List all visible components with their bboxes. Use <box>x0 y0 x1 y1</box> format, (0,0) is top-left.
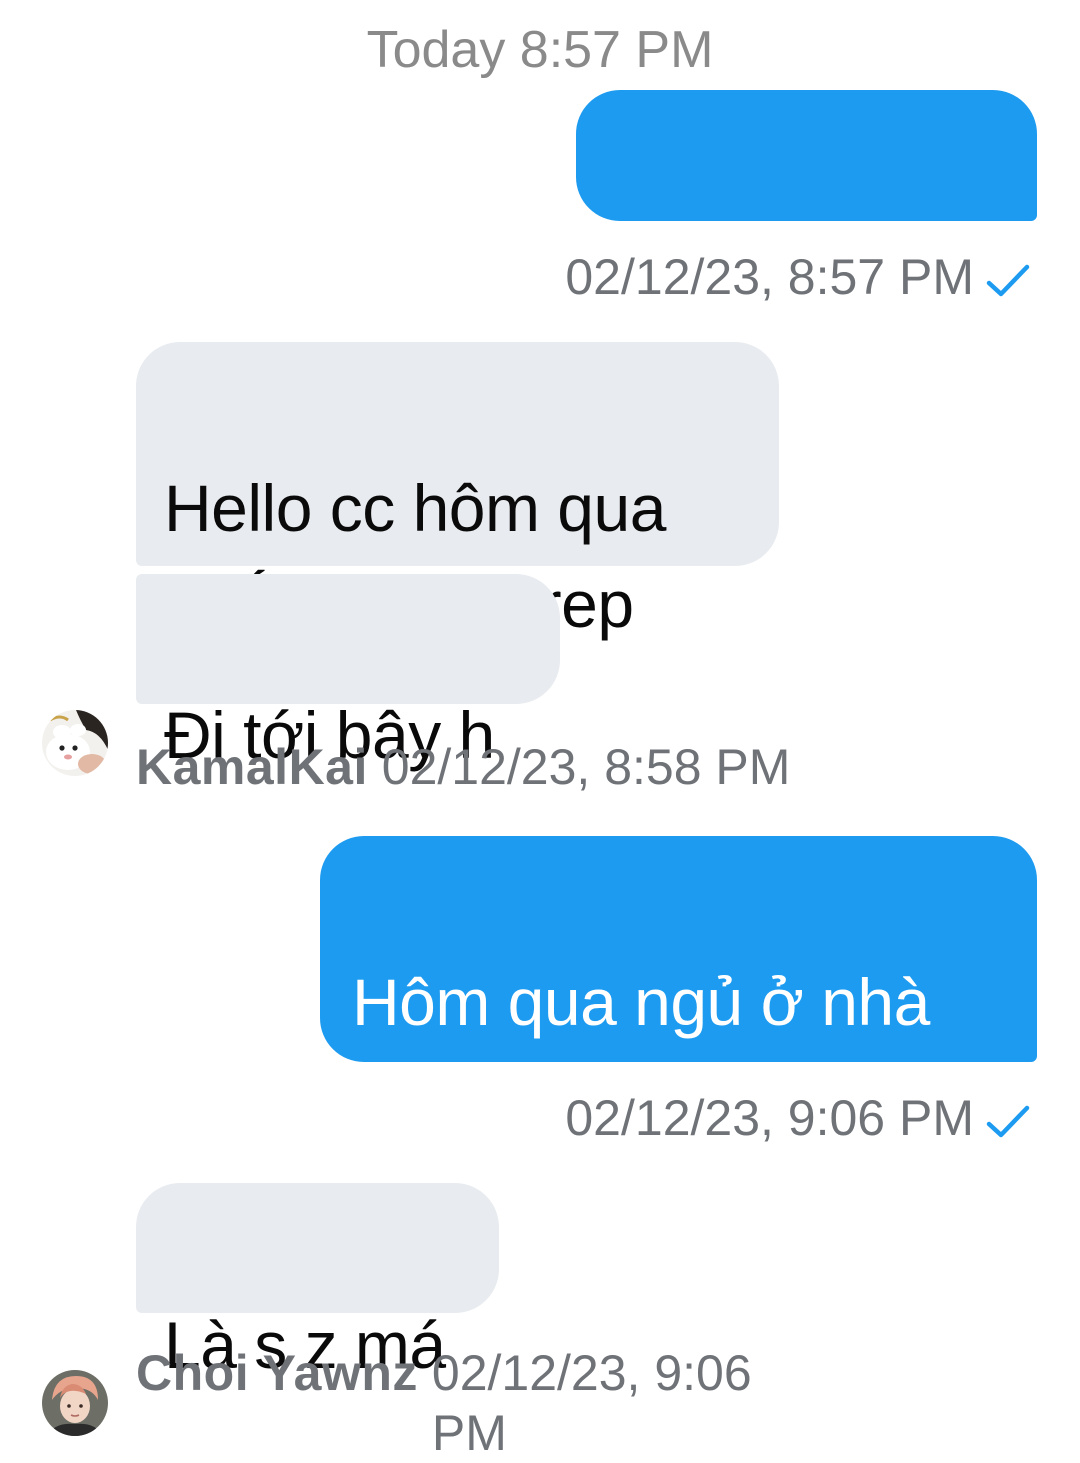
message-timestamp: 02/12/23, 9:06 PM <box>565 1090 974 1146</box>
message-timestamp: 02/12/23, 8:58 PM <box>381 739 791 795</box>
avatar[interactable] <box>42 710 108 776</box>
sender-name[interactable]: Choi Yawnz <box>136 1343 418 1403</box>
sender-name[interactable]: KamalKai <box>136 739 368 795</box>
check-icon <box>986 1105 1030 1138</box>
day-separator: Today 8:57 PM <box>366 21 714 79</box>
message-bubble-incoming[interactable]: Là s z má <box>136 1183 499 1382</box>
message-meta: 02/12/23, 9:06 PM <box>565 1088 1030 1148</box>
message-bubble-outgoing[interactable]: Hello cã nhà <box>576 90 1037 289</box>
message-bubble-incoming[interactable]: Đi tới bây h <box>136 574 560 772</box>
avatar-choi-yawnz-icon <box>42 1370 108 1436</box>
message-meta: Choi Yawnz 02/12/23, 9:06 PM <box>136 1343 752 1463</box>
message-bubble-outgoing[interactable]: Hôm qua ngủ ở nhà bầm gu á hí hí hí <box>320 836 1037 1135</box>
avatar[interactable] <box>42 1370 108 1436</box>
check-icon <box>986 264 1030 297</box>
message-timestamp: 02/12/23, 8:57 PM <box>565 249 974 305</box>
message-meta: 02/12/23, 8:57 PM <box>565 247 1030 307</box>
message-bubble-incoming[interactable]: Hello cc hôm qua nhắn xong đ rep <box>136 342 779 641</box>
message-timestamp: 02/12/23, 9:06 PM <box>431 1345 752 1461</box>
message-meta: KamalKai 02/12/23, 8:58 PM <box>136 737 790 797</box>
avatar-kamalkai-icon <box>42 710 108 776</box>
